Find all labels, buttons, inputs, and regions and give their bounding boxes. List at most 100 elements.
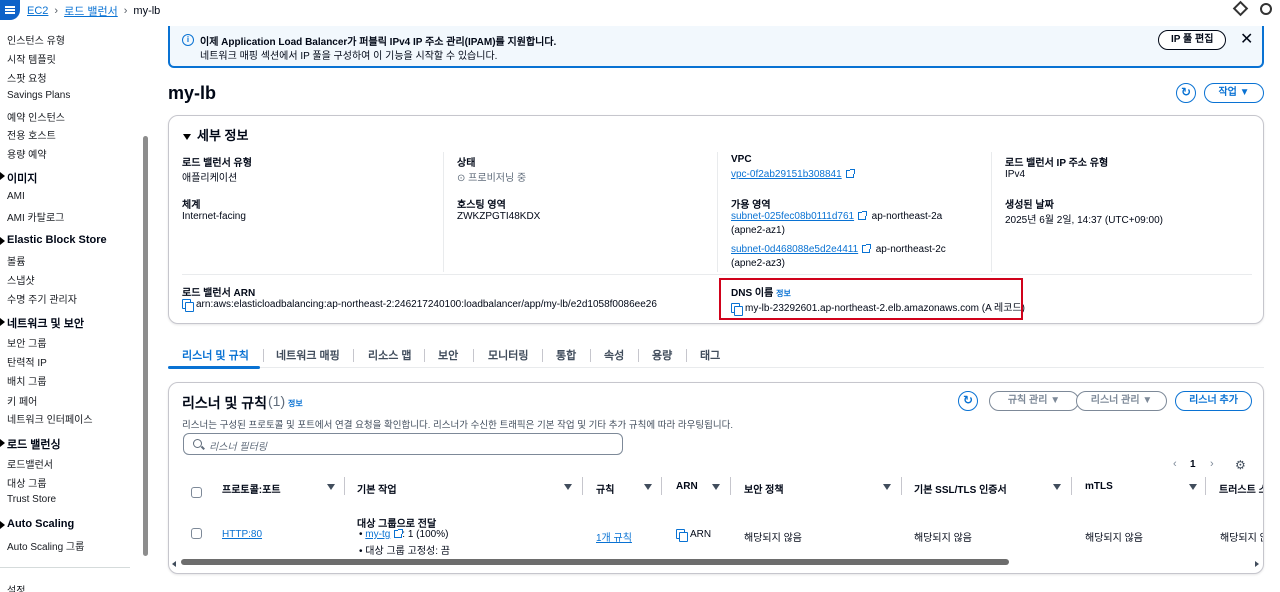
tab-tags[interactable]: 태그 xyxy=(700,347,720,363)
menu-icon[interactable] xyxy=(0,0,20,20)
col-mtls[interactable]: mTLS xyxy=(1085,481,1113,492)
rules-link[interactable]: 1개 규칙 xyxy=(596,529,632,544)
copy-icon[interactable] xyxy=(182,299,194,313)
sidebar-section-images[interactable]: 이미지 xyxy=(7,170,37,186)
edit-ip-pool-button[interactable]: IP 풀 편집 xyxy=(1158,30,1227,50)
select-all-checkbox[interactable] xyxy=(191,487,202,498)
caret-down-icon xyxy=(0,237,5,245)
chevron-left-icon[interactable]: ‹ xyxy=(1173,458,1177,470)
sidebar-item-ami[interactable]: AMI xyxy=(7,191,25,202)
sidebar-item-elastic-ips[interactable]: 탄력적 IP xyxy=(7,354,47,369)
sidebar-item-auto-scaling-groups[interactable]: Auto Scaling 그룹 xyxy=(7,538,84,553)
sidebar-item-spot-requests[interactable]: 스팟 요청 xyxy=(7,70,47,85)
column-resizer[interactable] xyxy=(582,477,583,495)
sidebar-item-volumes[interactable]: 볼륨 xyxy=(7,253,25,268)
tab-listeners[interactable]: 리스너 및 규칙 xyxy=(182,347,249,363)
listener-filter-input[interactable]: 리스너 필터링 xyxy=(183,433,623,455)
chevron-right-icon[interactable]: › xyxy=(1210,458,1214,470)
sidebar-section-load-balancing[interactable]: 로드 밸런싱 xyxy=(7,436,61,452)
add-listener-button[interactable]: 리스너 추가 xyxy=(1175,391,1252,411)
sort-icon[interactable] xyxy=(712,484,720,490)
col-default-action[interactable]: 기본 작업 xyxy=(357,481,397,496)
sort-icon[interactable] xyxy=(1053,484,1061,490)
tab-network-mapping[interactable]: 네트워크 매핑 xyxy=(276,347,340,363)
created-value: 2025년 6월 2일, 14:37 (UTC+09:00) xyxy=(1005,215,1163,226)
protocol-link[interactable]: HTTP:80 xyxy=(222,529,262,540)
page-number[interactable]: 1 xyxy=(1190,459,1196,470)
sidebar-item-target-groups[interactable]: 대상 그룹 xyxy=(7,475,47,490)
sidebar-scrollbar[interactable] xyxy=(143,136,148,556)
tab-integrations[interactable]: 통합 xyxy=(556,347,576,363)
column-resizer[interactable] xyxy=(344,477,345,495)
actions-button[interactable]: 작업 ▼ xyxy=(1204,83,1264,103)
scroll-right-icon[interactable] xyxy=(1255,561,1259,567)
az1-subnet-link[interactable]: subnet-025fec08b0111d761 xyxy=(731,211,854,222)
sidebar-section-ebs[interactable]: Elastic Block Store xyxy=(7,234,107,246)
sidebar-section-auto-scaling[interactable]: Auto Scaling xyxy=(7,518,74,530)
col-protocol-port[interactable]: 프로토콜:포트 xyxy=(222,481,281,496)
details-header[interactable]: 세부 정보 xyxy=(183,125,248,144)
sidebar-item-key-pairs[interactable]: 키 페어 xyxy=(7,393,37,408)
sidebar-item-settings[interactable]: 설정 xyxy=(7,582,25,592)
vpc-value[interactable]: vpc-0f2ab29151b308841 xyxy=(731,169,842,180)
sidebar-item-savings-plans[interactable]: Savings Plans xyxy=(7,90,70,101)
sort-icon[interactable] xyxy=(564,484,572,490)
refresh-icon[interactable]: ↻ xyxy=(1176,83,1196,103)
sort-icon[interactable] xyxy=(883,484,891,490)
sidebar-item-instance-types[interactable]: 인스턴스 유형 xyxy=(7,32,65,47)
settings-icon[interactable] xyxy=(1260,3,1272,15)
notifications-icon[interactable] xyxy=(1232,0,1249,17)
settings-icon[interactable]: ⚙ xyxy=(1235,458,1246,472)
sidebar-section-network[interactable]: 네트워크 및 보안 xyxy=(7,315,84,331)
sidebar-item-snapshots[interactable]: 스냅샷 xyxy=(7,272,35,287)
column-resizer[interactable] xyxy=(901,477,902,495)
sidebar-item-dedicated-hosts[interactable]: 전용 호스트 xyxy=(7,127,56,142)
tab-separator xyxy=(686,349,687,362)
column-resizer[interactable] xyxy=(730,477,731,495)
tab-bar: 리스너 및 규칙 네트워크 매핑 리소스 맵 보안 모니터링 통합 속성 용량 … xyxy=(168,342,1264,369)
sidebar-item-network-interfaces[interactable]: 네트워크 인터페이스 xyxy=(7,411,93,426)
sidebar-item-lifecycle-manager[interactable]: 수명 주기 관리자 xyxy=(7,291,77,306)
col-ssl-cert[interactable]: 기본 SSL/TLS 인증서 xyxy=(914,481,1007,496)
tab-attributes[interactable]: 속성 xyxy=(604,347,624,363)
sidebar-item-reserved-instances[interactable]: 예약 인스턴스 xyxy=(7,109,65,124)
sidebar-item-placement-groups[interactable]: 배치 그룹 xyxy=(7,373,47,388)
tab-resource-map[interactable]: 리소스 맵 xyxy=(368,347,412,363)
target-group-link[interactable]: my-tg xyxy=(365,529,390,540)
breadcrumb-ec2[interactable]: EC2 xyxy=(27,5,48,17)
sidebar-item-capacity-reservations[interactable]: 용량 예약 xyxy=(7,146,47,161)
close-icon[interactable]: ✕ xyxy=(1240,29,1253,49)
col-security-policy[interactable]: 보안 정책 xyxy=(744,481,784,496)
sidebar-item-security-groups[interactable]: 보안 그룹 xyxy=(7,335,47,350)
column-resizer[interactable] xyxy=(661,477,662,495)
col-trust-store[interactable]: 트러스트 스토어 xyxy=(1219,481,1263,496)
tab-security[interactable]: 보안 xyxy=(438,347,458,363)
table-horizontal-scrollbar[interactable] xyxy=(181,559,1009,565)
manage-listener-button[interactable]: 리스너 관리 ▼ xyxy=(1076,391,1167,411)
tab-separator xyxy=(353,349,354,362)
column-resizer[interactable] xyxy=(1071,477,1072,495)
sidebar: 인스턴스 유형 시작 템플릿 스팟 요청 Savings Plans 예약 인스… xyxy=(0,20,150,592)
copy-icon[interactable] xyxy=(676,529,688,543)
col-rules[interactable]: 규칙 xyxy=(596,481,614,496)
scroll-left-icon[interactable] xyxy=(172,561,176,567)
sort-icon[interactable] xyxy=(327,484,335,490)
sort-icon[interactable] xyxy=(1189,484,1197,490)
sidebar-item-load-balancers[interactable]: 로드밸런서 xyxy=(7,456,53,471)
tab-monitoring[interactable]: 모니터링 xyxy=(488,347,528,363)
manage-rules-button[interactable]: 규칙 관리 ▼ xyxy=(989,391,1079,411)
col-arn[interactable]: ARN xyxy=(676,481,698,492)
breadcrumb-load-balancers[interactable]: 로드 밸런서 xyxy=(64,3,118,19)
sort-icon[interactable] xyxy=(644,484,652,490)
hosted-zone-value: ZWKZPGTI48KDX xyxy=(457,211,541,222)
sidebar-item-trust-store[interactable]: Trust Store xyxy=(7,494,56,505)
sidebar-item-ami-catalog[interactable]: AMI 카탈로그 xyxy=(7,209,64,224)
refresh-icon[interactable]: ↻ xyxy=(958,391,978,411)
tab-capacity[interactable]: 용량 xyxy=(652,347,672,363)
az2-subnet-link[interactable]: subnet-0d468088e5d2e4411 xyxy=(731,244,858,255)
sidebar-item-launch-templates[interactable]: 시작 템플릿 xyxy=(7,51,56,66)
listeners-info-link[interactable]: 정보 xyxy=(288,398,303,409)
row-checkbox[interactable] xyxy=(191,528,202,539)
column-resizer[interactable] xyxy=(1205,477,1206,495)
vpc-link[interactable]: vpc-0f2ab29151b308841 xyxy=(731,169,855,180)
